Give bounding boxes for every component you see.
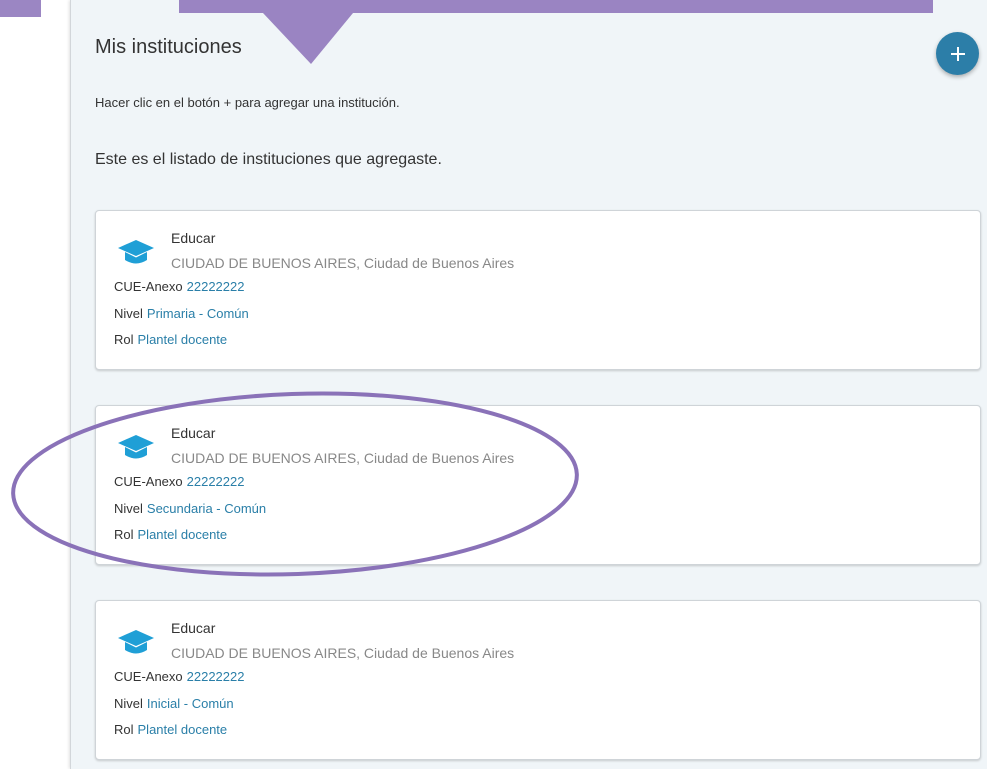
cue-label: CUE-Anexo bbox=[114, 669, 183, 684]
cue-value[interactable]: 22222222 bbox=[187, 669, 245, 684]
annotation-corner-block bbox=[0, 0, 41, 17]
nivel-row: Nivel Secundaria - Común bbox=[114, 501, 266, 516]
cue-row: CUE-Anexo 22222222 bbox=[114, 474, 244, 489]
rol-label: Rol bbox=[114, 722, 134, 737]
rol-row: Rol Plantel docente bbox=[114, 722, 227, 737]
rol-value[interactable]: Plantel docente bbox=[138, 527, 228, 542]
annotation-bar bbox=[179, 0, 933, 13]
rol-label: Rol bbox=[114, 332, 134, 347]
rol-value[interactable]: Plantel docente bbox=[138, 332, 228, 347]
rol-row: Rol Plantel docente bbox=[114, 332, 227, 347]
graduation-cap-icon bbox=[118, 630, 154, 654]
institution-location: CIUDAD DE BUENOS AIRES, Ciudad de Buenos… bbox=[171, 645, 515, 661]
cue-label: CUE-Anexo bbox=[114, 474, 183, 489]
cue-value[interactable]: 22222222 bbox=[187, 279, 245, 294]
nivel-label: Nivel bbox=[114, 696, 143, 711]
nivel-value[interactable]: Inicial - Común bbox=[147, 696, 234, 711]
rol-label: Rol bbox=[114, 527, 134, 542]
nivel-row: Nivel Inicial - Común bbox=[114, 696, 234, 711]
plus-icon bbox=[950, 46, 965, 61]
nivel-label: Nivel bbox=[114, 501, 143, 516]
page-title: Mis instituciones bbox=[95, 36, 242, 58]
nivel-value[interactable]: Secundaria - Común bbox=[147, 501, 266, 516]
institution-name: Educar bbox=[171, 620, 216, 636]
cue-label: CUE-Anexo bbox=[114, 279, 183, 294]
institution-name: Educar bbox=[171, 425, 216, 441]
institution-location: CIUDAD DE BUENOS AIRES, Ciudad de Buenos… bbox=[171, 255, 515, 271]
list-subtitle: Este es el listado de instituciones que … bbox=[95, 151, 442, 168]
nivel-row: Nivel Primaria - Común bbox=[114, 306, 249, 321]
add-institution-button[interactable] bbox=[936, 32, 979, 75]
rol-value[interactable]: Plantel docente bbox=[138, 722, 228, 737]
institution-card[interactable]: Educar CIUDAD DE BUENOS AIRES, Ciudad de… bbox=[95, 210, 981, 370]
cue-row: CUE-Anexo 22222222 bbox=[114, 279, 244, 294]
rol-row: Rol Plantel docente bbox=[114, 527, 227, 542]
nivel-value[interactable]: Primaria - Común bbox=[147, 306, 249, 321]
institution-card[interactable]: Educar CIUDAD DE BUENOS AIRES, Ciudad de… bbox=[95, 405, 981, 565]
nivel-label: Nivel bbox=[114, 306, 143, 321]
graduation-cap-icon bbox=[118, 435, 154, 459]
cue-value[interactable]: 22222222 bbox=[187, 474, 245, 489]
graduation-cap-icon bbox=[118, 240, 154, 264]
institution-location: CIUDAD DE BUENOS AIRES, Ciudad de Buenos… bbox=[171, 450, 515, 466]
institution-name: Educar bbox=[171, 230, 216, 246]
instructions-text: Hacer clic en el botón + para agregar un… bbox=[95, 95, 400, 110]
institution-card[interactable]: Educar CIUDAD DE BUENOS AIRES, Ciudad de… bbox=[95, 600, 981, 760]
cue-row: CUE-Anexo 22222222 bbox=[114, 669, 244, 684]
